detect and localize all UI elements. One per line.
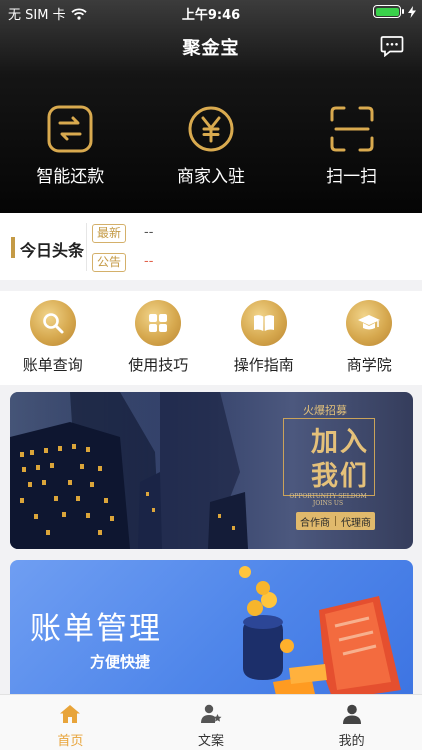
scan-icon bbox=[330, 106, 374, 152]
search-icon bbox=[29, 300, 76, 346]
bill-management-banner[interactable]: 账单管理 方便快捷 bbox=[10, 560, 413, 700]
banner-pill-partner: 合作商 bbox=[300, 517, 330, 529]
tab-home[interactable]: 首页 bbox=[0, 695, 141, 750]
banner-subtitle: 方便快捷 bbox=[90, 653, 151, 671]
tab-label-home: 首页 bbox=[57, 734, 84, 749]
grid-icon bbox=[135, 300, 182, 346]
app-screen: 无 SIM 卡 上午9:46 聚金宝 智能还款 商家入驻 扫一扫 今日头条 最新… bbox=[0, 0, 422, 750]
repayment-label: 智能还款 bbox=[36, 167, 105, 187]
status-right bbox=[373, 5, 416, 18]
divider bbox=[86, 223, 87, 271]
headlines-title: 今日头条 bbox=[20, 241, 85, 260]
tab-label-profile: 我的 bbox=[338, 734, 365, 749]
headline-text-latest[interactable]: -- bbox=[144, 225, 153, 240]
graduation-cap-icon bbox=[346, 300, 393, 346]
join-us-banner[interactable]: 火爆招募 加入 我们 OPPORTUNITY SELDOM JOINS US 合… bbox=[10, 392, 413, 549]
scan-label: 扫一扫 bbox=[326, 167, 378, 187]
yen-icon bbox=[188, 106, 234, 152]
menu-item-academy[interactable]: 商学院 bbox=[317, 291, 422, 385]
divider bbox=[335, 516, 336, 526]
feature-menu: 账单查询 使用技巧 操作指南 商学院 bbox=[0, 291, 422, 385]
menu-label: 使用技巧 bbox=[128, 356, 189, 374]
tag-latest: 最新 bbox=[92, 224, 126, 243]
header: 无 SIM 卡 上午9:46 聚金宝 智能还款 商家入驻 扫一扫 bbox=[0, 0, 422, 213]
headline-text-announcement[interactable]: -- bbox=[144, 254, 153, 269]
merchant-join-button[interactable]: 商家入驻 bbox=[141, 103, 282, 187]
coins-receipt-illustration bbox=[239, 566, 401, 700]
charging-icon bbox=[408, 5, 416, 18]
status-time: 上午9:46 bbox=[181, 8, 241, 23]
banner-slogan: OPPORTUNITY SELDOM JOINS US bbox=[289, 493, 367, 507]
nav-bar: 聚金宝 bbox=[0, 34, 422, 62]
banner-pill: 合作商 代理商 bbox=[296, 512, 375, 530]
battery-icon bbox=[373, 5, 404, 18]
menu-label: 操作指南 bbox=[233, 356, 294, 374]
status-bar: 无 SIM 卡 上午9:46 bbox=[0, 0, 422, 24]
banner-title: 账单管理 bbox=[30, 611, 162, 647]
message-icon[interactable] bbox=[380, 35, 404, 57]
menu-item-bill-query[interactable]: 账单查询 bbox=[0, 291, 106, 385]
tab-profile[interactable]: 我的 bbox=[281, 695, 422, 750]
headline-accent-bar bbox=[11, 237, 15, 258]
menu-item-tips[interactable]: 使用技巧 bbox=[106, 291, 212, 385]
banner-pill-agent: 代理商 bbox=[341, 517, 371, 529]
repayment-button[interactable]: 智能还款 bbox=[0, 103, 141, 187]
scan-button[interactable]: 扫一扫 bbox=[281, 103, 422, 187]
headlines-section[interactable]: 今日头条 最新 -- 公告 -- bbox=[0, 213, 422, 280]
top-actions: 智能还款 商家入驻 扫一扫 bbox=[0, 103, 422, 187]
menu-label: 商学院 bbox=[346, 356, 392, 374]
home-icon bbox=[60, 705, 81, 723]
banner-tag: 火爆招募 bbox=[303, 404, 347, 417]
banner-heading-line2: 我们 bbox=[311, 461, 369, 492]
tab-bar: 首页 文案 我的 bbox=[0, 694, 422, 750]
profile-icon bbox=[342, 704, 361, 724]
book-icon bbox=[240, 300, 287, 346]
tab-label-copywriting: 文案 bbox=[197, 734, 224, 749]
merchant-join-label: 商家入驻 bbox=[176, 167, 245, 187]
tab-copywriting[interactable]: 文案 bbox=[141, 695, 282, 750]
copywriting-icon bbox=[200, 704, 222, 723]
page-title: 聚金宝 bbox=[182, 38, 240, 59]
menu-label: 账单查询 bbox=[22, 356, 83, 374]
tag-announcement: 公告 bbox=[92, 253, 126, 272]
menu-item-guide[interactable]: 操作指南 bbox=[211, 291, 317, 385]
repayment-icon bbox=[47, 105, 93, 153]
